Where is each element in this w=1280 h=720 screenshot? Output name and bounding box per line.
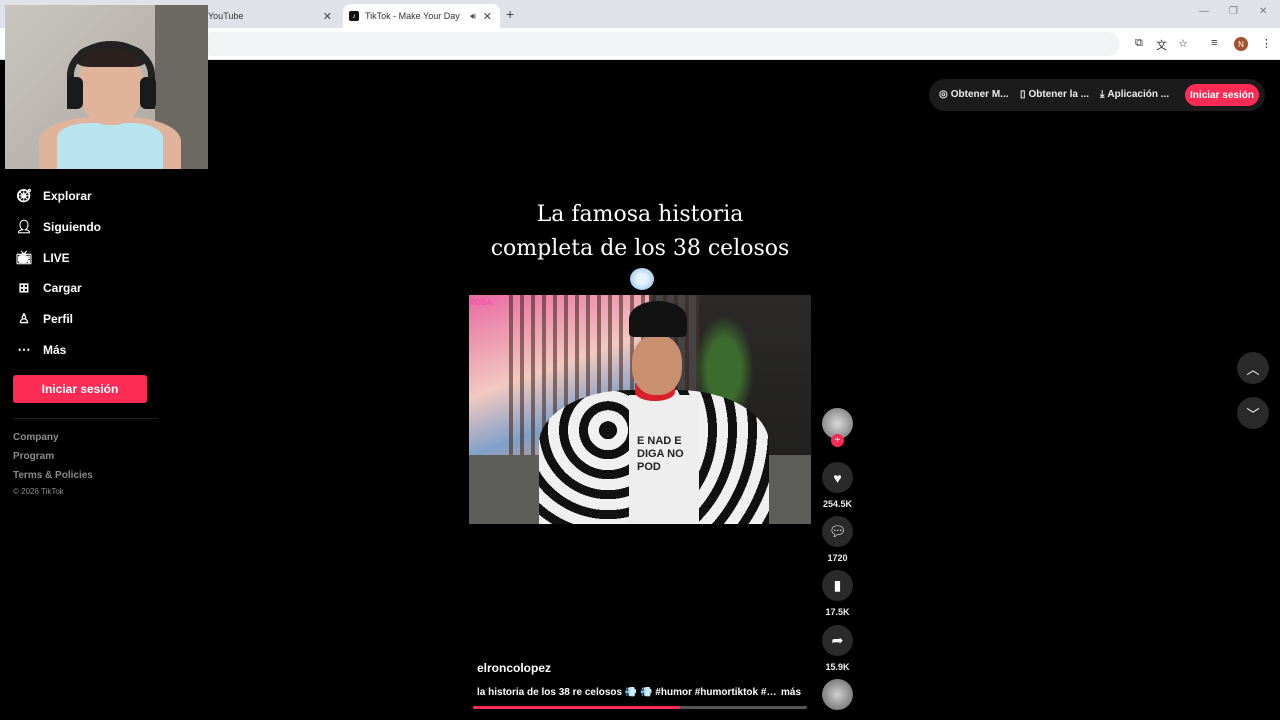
- window-close-icon[interactable]: ✕: [1259, 6, 1267, 17]
- tab-title: YouTube: [208, 11, 244, 21]
- follow-plus-icon[interactable]: +: [831, 434, 844, 447]
- close-icon[interactable]: ✕: [483, 10, 492, 23]
- next-video-button[interactable]: ﹀: [1237, 397, 1269, 429]
- sidebar-item-label: Explorar: [43, 189, 92, 203]
- omnibox[interactable]: [200, 32, 1120, 56]
- sidebar-item-label: Cargar: [43, 281, 82, 295]
- tab-title: TikTok - Make Your Day: [365, 11, 460, 21]
- post-author[interactable]: elroncolopez: [477, 661, 551, 675]
- tab-youtube[interactable]: YouTube ✕: [200, 4, 340, 28]
- dash-emoji-icon: [630, 268, 654, 290]
- save-count: 17.5K: [825, 607, 850, 617]
- copyright: © 2026 TikTok: [13, 487, 64, 496]
- top-login-button[interactable]: Iniciar sesión: [1185, 84, 1259, 106]
- divider: [13, 418, 158, 419]
- person-icon: ♙: [18, 311, 30, 326]
- star-bookmark-icon[interactable]: ☆: [1178, 37, 1188, 50]
- shirt-print: E NAD E DIGA NO POD: [637, 435, 684, 473]
- sidebar-item-mas[interactable]: ⋯ Más: [16, 342, 67, 358]
- upload-plus-icon: ⊞: [18, 280, 30, 295]
- tab-tiktok[interactable]: ♪ TikTok - Make Your Day 🔊︎ ✕: [343, 4, 500, 28]
- chevron-up-icon: ︿: [1246, 361, 1260, 377]
- media-control-icon[interactable]: ≡: [1211, 37, 1217, 49]
- previous-video-button[interactable]: ︿: [1237, 352, 1269, 384]
- profile-avatar[interactable]: N: [1234, 37, 1248, 51]
- sidebar-item-label: Siguiendo: [43, 220, 101, 234]
- get-coins-button[interactable]: ◎ Obtener M...: [939, 89, 1009, 100]
- sidebar-item-cargar[interactable]: ⊞ Cargar: [16, 280, 82, 296]
- comment-count: 1720: [827, 553, 848, 563]
- translate-icon[interactable]: 文: [1156, 37, 1167, 53]
- post-description: la historia de los 38 re celosos 💨 💨 #hu…: [477, 687, 777, 698]
- video-overlay-title: La famosa historia completa de los 38 ce…: [490, 202, 790, 261]
- more-dots-icon: ⋯: [17, 342, 31, 357]
- share-count: 15.9K: [825, 662, 850, 672]
- video-progress-fill: [473, 706, 681, 709]
- close-icon[interactable]: ✕: [323, 10, 332, 23]
- get-app-button[interactable]: ▯ Obtener la ...: [1020, 89, 1089, 100]
- user-follow-icon: 👤︎: [15, 219, 33, 234]
- music-disc-avatar[interactable]: [822, 679, 853, 710]
- channel-watermark: ROSA: [469, 298, 493, 307]
- footer-link-terms[interactable]: Terms & Policies: [13, 470, 93, 481]
- speaker-icon[interactable]: 🔊︎: [470, 11, 476, 22]
- chevron-down-icon: ﹀: [1246, 406, 1260, 422]
- sidebar-item-perfil[interactable]: ♙ Perfil: [16, 311, 73, 327]
- share-button[interactable]: ➦: [822, 625, 853, 656]
- download-icon: ⤓: [1100, 89, 1105, 100]
- comment-bubble-icon: 💬︎: [828, 523, 847, 539]
- compass-icon: 🧭︎: [15, 188, 33, 203]
- share-arrow-icon: ➦: [831, 632, 844, 648]
- new-tab-icon[interactable]: +: [506, 6, 514, 22]
- sidebar-item-siguiendo[interactable]: 👤︎ Siguiendo: [16, 219, 101, 235]
- install-app-icon[interactable]: ⧉: [1135, 37, 1143, 50]
- sidebar-item-label: Más: [43, 343, 67, 357]
- menu-kebab-icon[interactable]: ⋮: [1261, 37, 1272, 50]
- restore-icon[interactable]: ❐: [1229, 6, 1238, 17]
- like-count: 254.5K: [822, 499, 853, 509]
- sidebar-item-live[interactable]: 📺︎ LIVE: [16, 250, 70, 266]
- desktop-app-button[interactable]: ⤓ Aplicación ...: [1100, 89, 1169, 100]
- video-progress-bar[interactable]: [473, 706, 807, 709]
- phone-icon: ▯: [1020, 89, 1026, 100]
- webcam-overlay: [5, 5, 208, 169]
- footer-link-program[interactable]: Program: [13, 451, 54, 462]
- bookmark-icon: ▮: [833, 577, 842, 593]
- comment-button[interactable]: 💬︎: [822, 516, 853, 547]
- save-button[interactable]: ▮: [822, 570, 853, 601]
- heart-icon: ♥: [833, 469, 842, 486]
- sidebar-item-explorar[interactable]: 🧭︎ Explorar: [16, 188, 92, 204]
- sidebar-item-label: LIVE: [43, 251, 70, 265]
- footer-link-company[interactable]: Company: [13, 432, 59, 443]
- sidebar-item-label: Perfil: [43, 312, 74, 326]
- more-link[interactable]: más: [781, 687, 801, 698]
- coin-icon: ◎: [939, 89, 948, 100]
- like-button[interactable]: ♥: [822, 462, 853, 493]
- sidebar-login-button[interactable]: Iniciar sesión: [13, 375, 147, 403]
- tiktok-logo-icon: ♪: [349, 11, 359, 21]
- minimize-icon[interactable]: —: [1199, 6, 1209, 17]
- live-tv-icon: 📺︎: [15, 250, 33, 265]
- video-player[interactable]: E NAD E DIGA NO POD ROSA: [469, 295, 811, 524]
